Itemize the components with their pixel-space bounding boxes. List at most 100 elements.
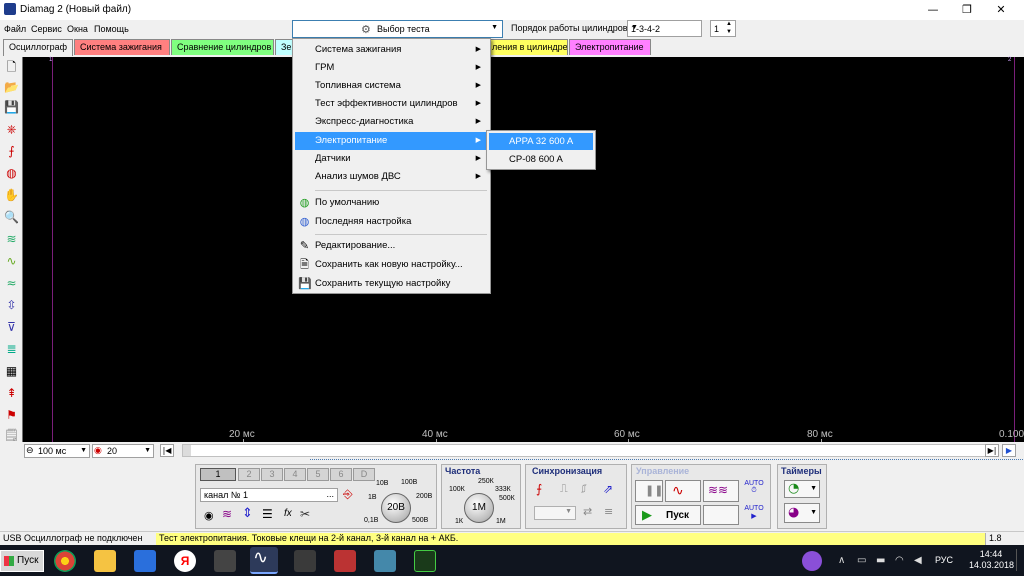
channel-2-button[interactable]: 2 [238, 468, 260, 481]
go-end-button[interactable]: ▶| [985, 444, 999, 457]
play-forward-button[interactable]: ▶ [1002, 444, 1016, 457]
channel-name-field[interactable]: канал № 1 ... [200, 488, 338, 502]
function-icon[interactable]: fx [284, 508, 292, 519]
lines-icon[interactable]: ☰ [262, 507, 273, 521]
folder-icon[interactable] [94, 550, 116, 572]
game-icon[interactable] [214, 550, 236, 572]
marker-right[interactable] [1014, 57, 1015, 442]
sync-source-icon[interactable]: ⇗ [603, 482, 613, 496]
sync-level-icon[interactable]: ≡ [604, 505, 613, 518]
menu-item-express-diag[interactable]: Экспресс-диагностика ▶ [295, 113, 488, 131]
channel-6-button[interactable]: 6 [330, 468, 352, 481]
oscilloscope-app-icon[interactable] [414, 550, 436, 572]
sync-mode-select[interactable]: ▼ [534, 506, 576, 520]
menu-item-last-settings[interactable]: ◍ Последняя настройка [295, 213, 488, 231]
network-icon[interactable]: ▭ [857, 555, 866, 566]
close-button[interactable]: ✕ [978, 0, 1024, 20]
new-file-icon[interactable]: 🗋 [4, 60, 19, 75]
channel-5-button[interactable]: 5 [307, 468, 329, 481]
menu-file[interactable]: Файл [4, 24, 26, 34]
go-start-button[interactable]: |◀ [160, 444, 174, 457]
tab-power-supply[interactable]: Электропитание [569, 39, 651, 55]
notes-icon[interactable]: 🗒 [4, 428, 19, 443]
probe-icon[interactable]: ⎆ [343, 487, 353, 502]
clock[interactable]: 14:44 14.03.2018 [969, 549, 1014, 571]
menu-item-edit[interactable]: ✎ Редактирование... [295, 237, 488, 255]
menu-item-cylinder-efficiency[interactable]: Тест эффективности цилиндров ▶ [295, 95, 488, 113]
test-select-dropdown[interactable]: ⚙ Выбор теста ▼ [292, 20, 503, 38]
pause-button[interactable]: ❚❚ [635, 480, 663, 502]
mail-icon[interactable] [134, 550, 156, 572]
falling-edge-icon[interactable]: ⎍ [560, 482, 568, 496]
open-folder-icon[interactable]: 📂 [4, 80, 19, 95]
menu-item-noise-analysis[interactable]: Анализ шумов ДВС ▶ [295, 168, 488, 186]
wifi-icon[interactable]: ◠ [895, 555, 904, 566]
menu-item-power-supply[interactable]: Электропитание ▶ [295, 132, 488, 150]
channel-1-button[interactable]: 1 [200, 468, 236, 481]
microphone-icon[interactable] [802, 551, 822, 571]
fish-icon[interactable] [374, 550, 396, 572]
show-desktop-button[interactable] [1016, 549, 1022, 571]
timer-2-button[interactable]: ◕ ▼ [784, 503, 820, 523]
scroll-thumb[interactable] [183, 445, 191, 456]
car-icon[interactable] [334, 550, 356, 572]
continuous-mode-button[interactable]: ∿ [665, 480, 701, 502]
wave-overlay-icon[interactable]: ≋ [4, 232, 19, 247]
frequency-knob[interactable]: 1М [464, 493, 494, 523]
menu-help[interactable]: Помощь [94, 24, 129, 34]
cylinder-order-select[interactable]: 1-3-4-2 ▼ [627, 20, 702, 37]
flag-icon[interactable]: ⚑ [4, 408, 19, 423]
wave-compare-icon[interactable]: ∿ [4, 254, 19, 269]
eye-icon[interactable]: ◉ [204, 509, 214, 522]
yandex-icon[interactable]: Я [174, 550, 196, 572]
run-button[interactable]: ▶ Пуск [635, 505, 701, 525]
tab-oscilloscope[interactable]: Осциллограф [3, 39, 73, 56]
layers-icon[interactable]: ≣ [4, 342, 19, 357]
filter-icon[interactable]: ⊽ [4, 320, 19, 335]
submenu-item-appa[interactable]: APPA 32 600 A [489, 133, 593, 150]
trigger-icon[interactable]: ⨍ [4, 144, 19, 159]
grid-icon[interactable]: ▦ [4, 364, 19, 379]
timebase-select[interactable]: ⊖ 100 мс ▼ [24, 444, 90, 458]
hand-icon[interactable]: ✋ [4, 188, 19, 203]
vertical-shift-icon[interactable]: ⇕ [242, 506, 253, 521]
marker-left[interactable] [52, 57, 53, 442]
auto-record-icon[interactable]: AUTO ⏱ [742, 480, 766, 502]
tab-ignition[interactable]: Система зажигания [74, 39, 170, 55]
menu-item-default[interactable]: ◍ По умолчанию [295, 194, 488, 212]
menu-item-timing[interactable]: ГРМ ▶ [295, 59, 488, 77]
blank-button[interactable] [703, 505, 739, 525]
tools-icon[interactable]: ✂ [300, 507, 310, 521]
auto-scale-icon[interactable]: ⎈ [4, 122, 19, 137]
chrome-icon[interactable] [54, 550, 76, 572]
chip-icon[interactable] [294, 550, 316, 572]
voltage-knob[interactable]: 20В [381, 493, 411, 523]
menu-service[interactable]: Сервис [31, 24, 62, 34]
cursor-icon[interactable]: ⇳ [4, 298, 19, 313]
battery-icon[interactable]: ▬ [876, 555, 885, 566]
menu-item-ignition[interactable]: Система зажигания ▶ [295, 41, 488, 59]
timer-1-button[interactable]: ◔ ▼ [784, 480, 820, 498]
channel-name-more[interactable]: ... [326, 488, 334, 500]
wave-filter-icon[interactable]: ≈ [4, 276, 19, 291]
recorder-mode-button[interactable]: ≋≋ [703, 480, 739, 502]
menu-item-save-current[interactable]: 💾 Сохранить текущую настройку [295, 275, 488, 293]
diamag-task-icon[interactable]: ∿ [250, 547, 278, 574]
channel-3-button[interactable]: 3 [261, 468, 283, 481]
language-indicator[interactable]: РУС [935, 555, 953, 565]
rising-edge-icon[interactable]: ⨍ [536, 482, 542, 496]
menu-item-save-as-new[interactable]: 🗎 Сохранить как новую настройку... [295, 256, 488, 274]
chevron-up-icon[interactable]: ∧ [838, 555, 845, 566]
horizontal-scrollbar[interactable] [182, 444, 997, 457]
auto-play-icon[interactable]: AUTO ▶ [742, 505, 766, 527]
tab-cylinder-pressure[interactable]: ления в цилиндре [486, 39, 568, 55]
sync-arrows-icon[interactable]: ⇄ [583, 505, 592, 518]
menu-windows[interactable]: Окна [67, 24, 88, 34]
save-icon[interactable]: 💾 [4, 100, 19, 115]
wave-icon[interactable]: ≋ [222, 507, 232, 521]
channel-4-button[interactable]: 4 [284, 468, 306, 481]
volume-icon[interactable]: ◀ [914, 555, 922, 566]
menu-item-fuel[interactable]: Топливная система ▶ [295, 77, 488, 95]
trigger-level-select[interactable]: ◉ 20 ▼ [92, 444, 154, 458]
tab-cylinder-compare[interactable]: Сравнение цилиндров [171, 39, 274, 55]
